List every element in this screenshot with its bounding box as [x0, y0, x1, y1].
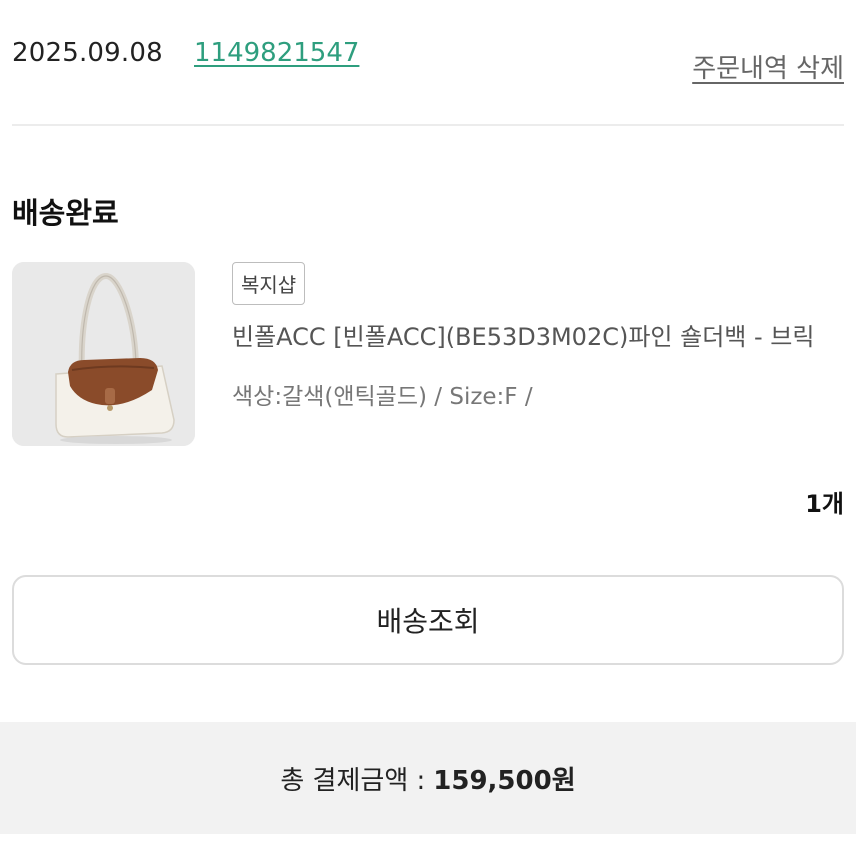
- product-quantity: 1개: [805, 490, 844, 518]
- brand-badge: 복지샵: [232, 262, 306, 305]
- total-amount: 159,500원: [433, 765, 576, 796]
- order-date: 2025.09.08: [12, 38, 163, 68]
- delivery-status: 배송완료: [12, 196, 119, 230]
- order-header: 2025.09.08 1149821547 주문내역 삭제: [12, 30, 844, 84]
- divider: [12, 124, 844, 126]
- delete-order-history-link[interactable]: 주문내역 삭제: [692, 48, 844, 85]
- payment-summary: 총 결제금액 : 159,500원: [0, 722, 856, 834]
- product-info: 복지샵 빈폴ACC [빈폴ACC](BE53D3M02C)파인 숄더백 - 브릭…: [232, 262, 844, 411]
- total-label: 총 결제금액 :: [280, 765, 426, 796]
- track-delivery-button[interactable]: 배송조회: [12, 575, 844, 665]
- product-name[interactable]: 빈폴ACC [빈폴ACC](BE53D3M02C)파인 숄더백 - 브릭: [232, 319, 846, 355]
- product-options: 색상:갈색(앤틱골드) / Size:F /: [232, 384, 533, 410]
- order-number-link[interactable]: 1149821547: [194, 38, 359, 68]
- product-thumbnail[interactable]: [12, 262, 195, 446]
- shoulder-bag-icon: [12, 262, 195, 446]
